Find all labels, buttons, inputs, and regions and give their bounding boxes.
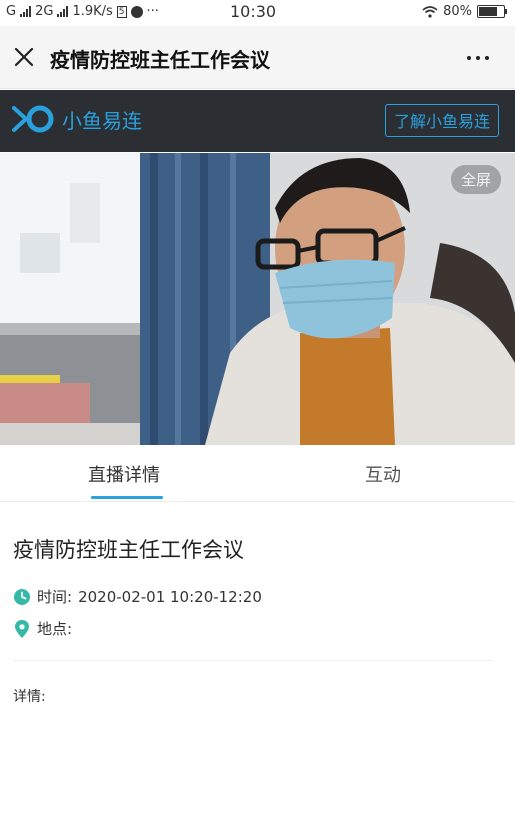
- status-bar: G 2G 1.9K/s 5 ··· 10:30 80%: [0, 0, 515, 24]
- status-left: G 2G 1.9K/s 5 ···: [6, 4, 159, 19]
- signal-icon-2: [57, 6, 69, 17]
- battery-percent: 80%: [443, 4, 472, 19]
- time-label: 时间:: [37, 588, 73, 606]
- active-tab-indicator: [91, 496, 163, 499]
- title-bar: 疫情防控班主任工作会议: [0, 26, 515, 89]
- status-right: 80%: [422, 4, 507, 19]
- brand-logo: 小鱼易连: [12, 104, 142, 134]
- wifi-icon: [422, 5, 438, 18]
- time-value: 2020-02-01 10:20-12:20: [78, 587, 262, 606]
- tab-interaction[interactable]: 互动: [365, 461, 401, 487]
- network-type-label: 2G: [35, 4, 54, 19]
- live-video-player[interactable]: 全屏: [0, 153, 515, 445]
- xiaoyu-logo-icon: [12, 105, 54, 133]
- tab-bar: 直播详情 互动: [0, 445, 515, 502]
- location-pin-icon: [15, 619, 29, 638]
- sim-icon: 5: [116, 5, 127, 18]
- clock: 10:30: [230, 2, 277, 21]
- time-row: 时间: 2020-02-01 10:20-12:20: [13, 586, 262, 607]
- more-options-icon[interactable]: [467, 56, 489, 60]
- brand-bar: 小鱼易连 了解小鱼易连: [0, 90, 515, 152]
- tab-live-details[interactable]: 直播详情: [88, 461, 160, 487]
- brand-name: 小鱼易连: [62, 108, 142, 133]
- battery-icon: [477, 5, 507, 18]
- event-title: 疫情防控班主任工作会议: [13, 538, 244, 562]
- clock-icon: [14, 588, 30, 605]
- overflow-dots-icon: ···: [146, 4, 159, 19]
- carrier-label: G: [6, 4, 17, 19]
- location-label: 地点:: [37, 620, 73, 638]
- battery-fill: [479, 7, 497, 16]
- fullscreen-button[interactable]: 全屏: [450, 165, 501, 194]
- detail-label: 详情:: [13, 689, 46, 705]
- divider: [13, 660, 493, 661]
- signal-icon: [20, 6, 32, 17]
- learn-more-button[interactable]: 了解小鱼易连: [384, 104, 499, 137]
- page-title: 疫情防控班主任工作会议: [50, 48, 270, 72]
- close-icon[interactable]: [12, 45, 36, 69]
- location-row: 地点:: [13, 618, 72, 639]
- app-notification-icon: [130, 5, 143, 18]
- video-frame: [0, 153, 515, 445]
- network-speed: 1.9K/s: [72, 4, 113, 19]
